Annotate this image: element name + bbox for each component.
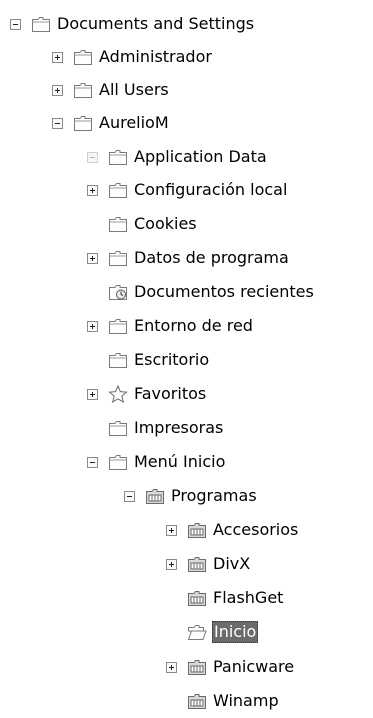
folder-icon	[109, 421, 127, 436]
tree-item-impresoras[interactable]: Impresoras	[87, 413, 224, 443]
tree-item-label: DivX	[213, 554, 251, 573]
tree-item-label: Programas	[171, 486, 257, 505]
tree-item-cookies[interactable]: Cookies	[87, 209, 198, 239]
program-folder-icon	[188, 591, 206, 606]
program-folder-icon	[188, 523, 206, 538]
program-folder-icon	[146, 489, 164, 504]
expand-toggle[interactable]	[87, 252, 98, 264]
toggle-spacer	[87, 355, 98, 366]
folder-icon	[32, 17, 50, 32]
program-folder-icon	[188, 660, 206, 675]
toggle-spacer	[166, 696, 177, 707]
tree-item-panicware[interactable]: Panicware	[166, 652, 295, 682]
folder-icon	[109, 217, 127, 232]
toggle-spacer	[87, 219, 98, 230]
tree-item-label: Favoritos	[134, 384, 207, 403]
tree-item-escritorio[interactable]: Escritorio	[87, 345, 210, 375]
expand-toggle[interactable]	[87, 184, 98, 196]
collapse-toggle[interactable]	[87, 456, 98, 468]
tree-item-label: AurelioM	[99, 113, 169, 132]
tree-item-label: Datos de programa	[134, 248, 289, 267]
tree-item-winamp[interactable]: Winamp	[166, 686, 280, 716]
tree-item-documentos-recientes[interactable]: Documentos recientes	[87, 277, 315, 307]
tree-item-inicio[interactable]: Inicio	[166, 617, 259, 647]
folder-icon	[109, 353, 127, 368]
program-folder-icon	[188, 694, 206, 709]
recent-documents-icon	[109, 285, 127, 300]
expand-toggle[interactable]	[166, 558, 177, 570]
folder-icon	[109, 455, 127, 470]
expand-toggle[interactable]	[52, 84, 63, 96]
expand-toggle[interactable]	[166, 524, 177, 536]
tree-item-divx[interactable]: DivX	[166, 549, 251, 579]
tree-item-label: Accesorios	[213, 520, 299, 539]
tree-item-documents-and-settings[interactable]: Documents and Settings	[10, 9, 255, 39]
folder-icon	[109, 183, 127, 198]
open-folder-icon	[187, 625, 207, 640]
tree-item-label: Documents and Settings	[57, 14, 255, 33]
tree-item-label: Configuración local	[134, 180, 288, 199]
folder-icon	[109, 150, 127, 165]
expand-toggle[interactable]	[166, 661, 177, 673]
tree-item-label: Documentos recientes	[134, 282, 314, 301]
folder-icon	[74, 116, 92, 131]
tree-item-label-selected: Inicio	[212, 621, 259, 643]
tree-item-administrador[interactable]: Administrador	[52, 42, 213, 72]
tree-item-label: Administrador	[99, 47, 212, 66]
collapse-toggle[interactable]	[124, 490, 135, 502]
folder-tree: Documents and Settings Administrador All…	[0, 0, 373, 718]
tree-item-label: Application Data	[134, 147, 267, 166]
expand-toggle[interactable]	[87, 388, 98, 400]
tree-item-favoritos[interactable]: Favoritos	[87, 379, 207, 409]
folder-icon	[74, 83, 92, 98]
tree-item-label: All Users	[99, 80, 169, 99]
program-folder-icon	[188, 557, 206, 572]
tree-item-all-users[interactable]: All Users	[52, 75, 170, 105]
expand-toggle[interactable]	[52, 51, 63, 63]
folder-icon	[109, 319, 127, 334]
toggle-spacer	[166, 593, 177, 604]
tree-item-menu-inicio[interactable]: Menú Inicio	[87, 447, 226, 477]
tree-item-application-data[interactable]: Application Data	[87, 142, 268, 172]
collapse-toggle[interactable]	[10, 18, 21, 30]
tree-item-label: Menú Inicio	[134, 452, 226, 471]
tree-item-entorno-de-red[interactable]: Entorno de red	[87, 311, 254, 341]
tree-item-label: Panicware	[213, 657, 295, 676]
toggle-spacer	[87, 287, 98, 298]
toggle-spacer	[166, 627, 177, 638]
collapse-toggle[interactable]	[52, 117, 63, 129]
tree-item-flashget[interactable]: FlashGet	[166, 583, 284, 613]
tree-item-programas[interactable]: Programas	[124, 481, 258, 511]
toggle-spacer	[87, 423, 98, 434]
tree-item-label: Impresoras	[134, 418, 224, 437]
favorites-star-icon	[108, 385, 128, 403]
tree-item-label: FlashGet	[213, 588, 284, 607]
tree-item-label: Escritorio	[134, 350, 210, 369]
collapse-toggle[interactable]	[87, 151, 98, 163]
tree-item-label: Cookies	[134, 214, 197, 233]
tree-item-label: Winamp	[213, 691, 279, 710]
expand-toggle[interactable]	[87, 320, 98, 332]
tree-item-label: Entorno de red	[134, 316, 253, 335]
tree-item-accesorios[interactable]: Accesorios	[166, 515, 299, 545]
tree-item-datos-de-programa[interactable]: Datos de programa	[87, 243, 290, 273]
folder-icon	[109, 251, 127, 266]
tree-item-aureliom[interactable]: AurelioM	[52, 108, 170, 138]
folder-icon	[74, 50, 92, 65]
tree-item-configuracion-local[interactable]: Configuración local	[87, 175, 288, 205]
